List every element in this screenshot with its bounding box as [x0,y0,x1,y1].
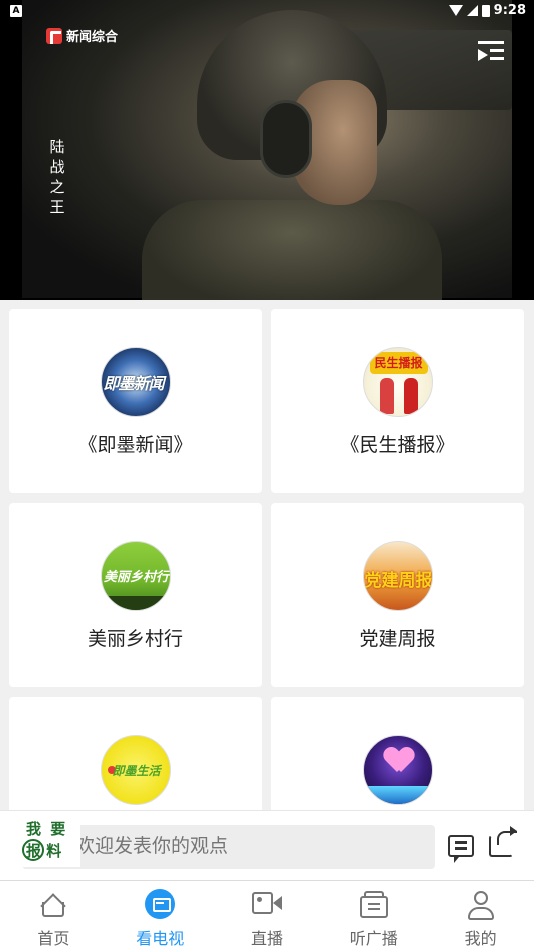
program-title: 美丽乡村行 [87,628,183,650]
thumbnail-text: 即墨新闻 [103,374,165,393]
report-label-line2: 报 料 [26,842,62,860]
program-grid: 即墨新闻 《即墨新闻》 民生播报 《民生播报》 美丽乡村行 美丽乡村行 党建周报… [0,300,534,881]
profile-icon-shoulders [467,907,494,920]
program-title: 《即墨新闻》 [78,434,193,456]
program-card-beautiful-village[interactable]: 美丽乡村行 美丽乡村行 [9,503,262,687]
nav-profile[interactable]: 我的 [427,881,534,950]
program-thumbnail: 民生播报 [362,347,433,417]
playlist-line [490,57,504,60]
nav-label: 看电视 [136,929,185,948]
status-time: 9:28 [493,3,526,18]
profile-icon-head [473,891,488,905]
thumbnail-text: 党建周报 [364,571,433,591]
status-bar: A 9:28 [0,0,534,24]
heart-icon [385,748,413,774]
program-card-jimo-news[interactable]: 即墨新闻 《即墨新闻》 [9,309,262,493]
program-thumbnail [362,735,433,805]
nav-label: 首页 [37,929,70,948]
nav-live[interactable]: 直播 [214,881,321,950]
nav-watch-tv[interactable]: 看电视 [107,881,214,950]
share-icon[interactable] [489,826,517,857]
camera-body [251,892,273,914]
nav-label: 直播 [250,929,283,948]
subtitle-char: 陆 [49,138,65,156]
report-label-line1: 我 要 [26,820,68,838]
thumbnail-text: 民生播报 [369,352,428,374]
profile-icon [467,891,494,921]
status-indicators: 9:28 [448,3,526,18]
video-player[interactable]: A 9:28 新闻综合 陆 战 之 王 [0,0,534,300]
tv-icon [145,889,176,919]
thumbnail-text: 美丽乡村行 [103,570,169,585]
bottom-nav: 首页 看电视 直播 听广播 我的 [0,880,534,950]
program-thumbnail: 即墨新闻 [100,347,171,417]
video-scene-earpiece [260,100,312,178]
program-thumbnail: 党建周报 [362,541,433,611]
thumbnail-text: 即墨生活 [112,764,161,778]
notification-icon: A [10,5,22,17]
app-screen: A 9:28 新闻综合 陆 战 之 王 即墨新闻 《即墨新闻》 民生播报 《民生… [0,0,534,950]
live-camera-icon [251,891,282,915]
program-card-party-weekly[interactable]: 党建周报 党建周报 [271,503,524,687]
subtitle-char: 战 [49,158,65,176]
thumbnail-stage [363,786,432,804]
nav-home[interactable]: 首页 [0,881,107,950]
thumbnail-ground [101,596,170,610]
video-scene-body [142,200,442,300]
radio-icon-lines [367,903,380,905]
nav-label: 听广播 [349,929,398,948]
program-subtitle: 陆 战 之 王 [49,137,65,217]
playlist-play-glyph [478,49,488,61]
comment-icon[interactable] [448,835,474,863]
channel-logo: 新闻综合 [46,26,118,45]
radio-icon [359,891,388,919]
thumbnail-figure [403,378,418,414]
nav-label: 我的 [464,929,497,948]
comment-input[interactable] [22,825,435,869]
signal-icon [466,5,478,16]
playlist-icon[interactable] [478,40,504,62]
wifi-icon [448,5,463,16]
channel-logo-icon [46,27,62,44]
thumbnail-figure [379,378,394,414]
playlist-line [490,49,504,52]
nav-radio[interactable]: 听广播 [320,881,427,950]
program-title: 《民生播报》 [340,434,455,456]
radio-icon-box [359,896,388,918]
program-title: 党建周报 [359,628,436,650]
program-thumbnail: 即墨生活 [100,735,171,805]
report-tip-button[interactable]: 我 要 报 料 [18,817,80,867]
subtitle-char: 之 [49,178,65,196]
playlist-line [478,41,504,44]
home-icon-walls [42,902,65,917]
program-card-minsheng-report[interactable]: 民生播报 《民生播报》 [271,309,524,493]
camera-dot [256,897,262,902]
channel-name: 新闻综合 [66,30,119,45]
battery-icon [481,4,490,17]
camera-lens [272,896,282,910]
home-icon [38,891,68,919]
subtitle-char: 王 [49,198,65,216]
comment-bar: 我 要 报 料 [0,810,534,880]
program-thumbnail: 美丽乡村行 [100,541,171,611]
